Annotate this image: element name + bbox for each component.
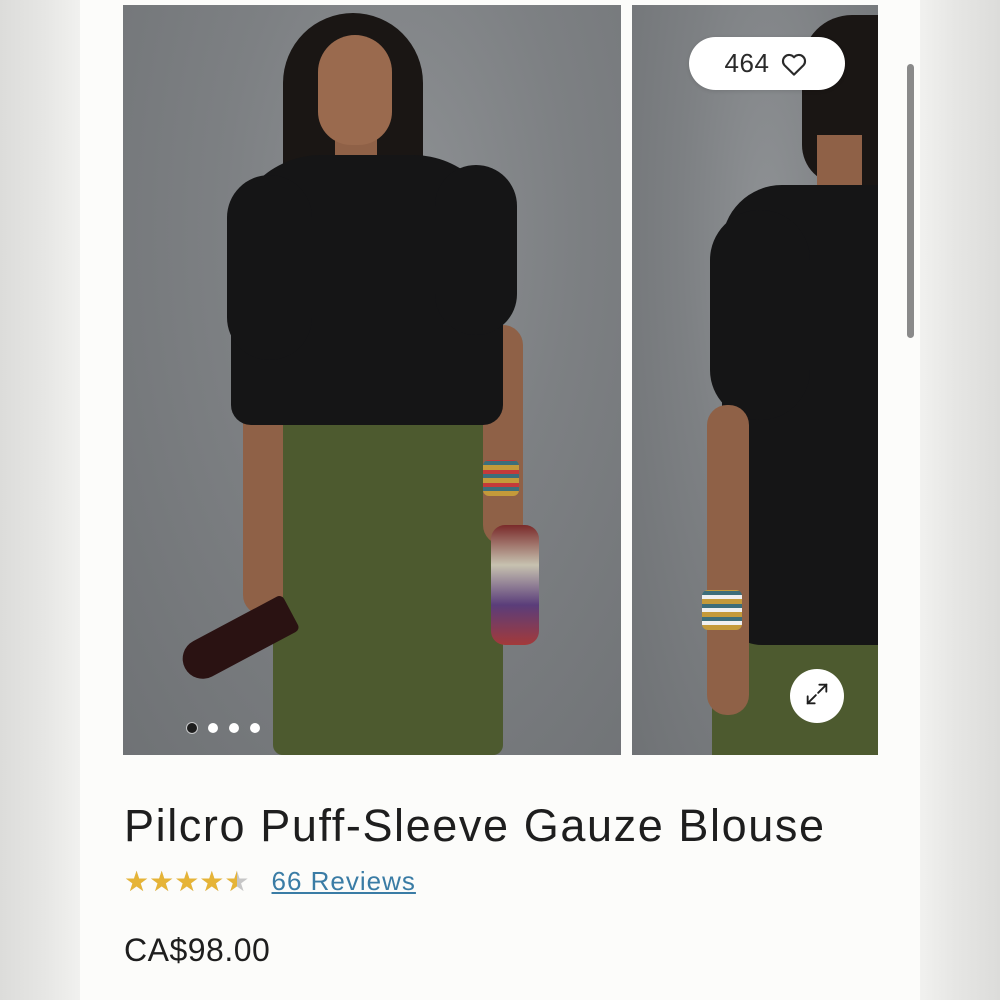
star-rating-fill: ★★★★★ [124, 867, 237, 896]
product-image-main[interactable] [123, 5, 621, 755]
favorite-button[interactable]: 464 [689, 37, 845, 90]
left-backdrop [0, 0, 80, 1000]
pagination-dot-active[interactable] [187, 723, 197, 733]
right-backdrop [920, 0, 1000, 1000]
expand-image-button[interactable] [790, 669, 844, 723]
expand-icon [803, 680, 831, 713]
product-image-secondary[interactable] [632, 5, 878, 755]
scrollbar[interactable] [907, 64, 914, 338]
star-rating: ★★★★★ ★★★★★ [124, 867, 250, 896]
heart-icon [779, 49, 809, 79]
pagination-dot[interactable] [229, 723, 239, 733]
favorite-count: 464 [724, 48, 770, 78]
product-price: CA$98.00 [124, 932, 271, 968]
pagination-dot[interactable] [250, 723, 260, 733]
rating-row: ★★★★★ ★★★★★ 66 Reviews [124, 866, 416, 897]
carousel-pagination [187, 723, 260, 733]
pagination-dot[interactable] [208, 723, 218, 733]
reviews-link[interactable]: 66 Reviews [272, 866, 416, 897]
product-page: 464 Pilcro Puff-Sleeve Gauze Blouse ★★★★… [80, 0, 920, 1000]
product-title: Pilcro Puff-Sleeve Gauze Blouse [124, 800, 826, 851]
